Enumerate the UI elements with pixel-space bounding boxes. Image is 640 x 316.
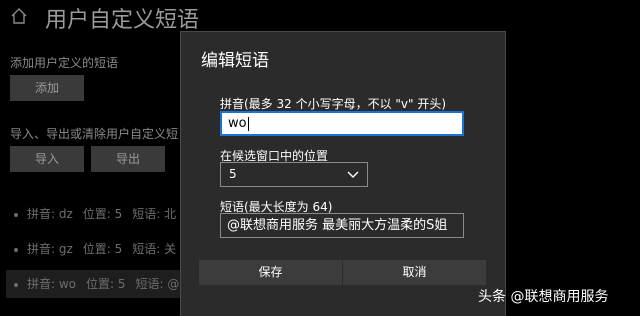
phrase-list-item[interactable]: 拼音: gz 位置: 5 短语: 关 [10, 235, 176, 263]
page-title: 用户自定义短语 [45, 8, 200, 33]
position-select-value: 5 [229, 167, 237, 181]
text-caret [247, 116, 249, 131]
bullet-icon [14, 212, 18, 217]
phrase-text: 短语: @ [135, 277, 180, 291]
phrase-text: 短语: 北 [132, 207, 177, 221]
chevron-down-icon [347, 171, 359, 178]
screen: 用户自定义短语 添加用户定义的短语 添加 导入、导出或清除用户自定义短 导入 导… [0, 0, 640, 316]
phrase-list-item[interactable]: 拼音: dz 位置: 5 短语: 北 [10, 200, 176, 228]
phrase-list-item-selected[interactable]: 拼音: wo 位置: 5 短语: @ [6, 270, 184, 298]
phrase-text: 短语: 关 [132, 242, 177, 256]
import-button[interactable]: 导入 [10, 146, 84, 172]
watermark: 头条 @联想商用服务 [478, 289, 609, 305]
edit-phrase-dialog: 编辑短语 拼音(最多 32 个小写字母，不以 "v" 开头) wo 在候选窗口中… [180, 31, 506, 316]
pinyin-input[interactable]: wo [220, 111, 464, 136]
phrase-position: 位置: 5 [82, 207, 123, 221]
pinyin-input-value: wo [228, 116, 247, 131]
phrase-pinyin: 拼音: gz [27, 242, 73, 256]
phrase-pinyin: 拼音: dz [27, 207, 73, 221]
bullet-icon [14, 247, 18, 252]
phrase-input[interactable]: @联想商用服务 最美丽大方温柔的S姐 [220, 213, 464, 238]
phrase-pinyin: 拼音: wo [27, 277, 77, 291]
phrase-position: 位置: 5 [86, 277, 126, 291]
save-button[interactable]: 保存 [199, 260, 342, 285]
export-button[interactable]: 导出 [91, 146, 165, 172]
io-section-label: 导入、导出或清除用户自定义短 [10, 127, 179, 141]
phrase-position: 位置: 5 [82, 242, 123, 256]
cancel-button[interactable]: 取消 [343, 260, 486, 285]
add-section-label: 添加用户定义的短语 [10, 56, 119, 70]
add-button[interactable]: 添加 [10, 75, 84, 101]
position-select[interactable]: 5 [220, 162, 368, 187]
pinyin-label: 拼音(最多 32 个小写字母，不以 "v" 开头) [220, 97, 447, 111]
dialog-title: 编辑短语 [201, 51, 269, 71]
bullet-icon [14, 282, 18, 287]
home-icon[interactable] [10, 7, 28, 25]
